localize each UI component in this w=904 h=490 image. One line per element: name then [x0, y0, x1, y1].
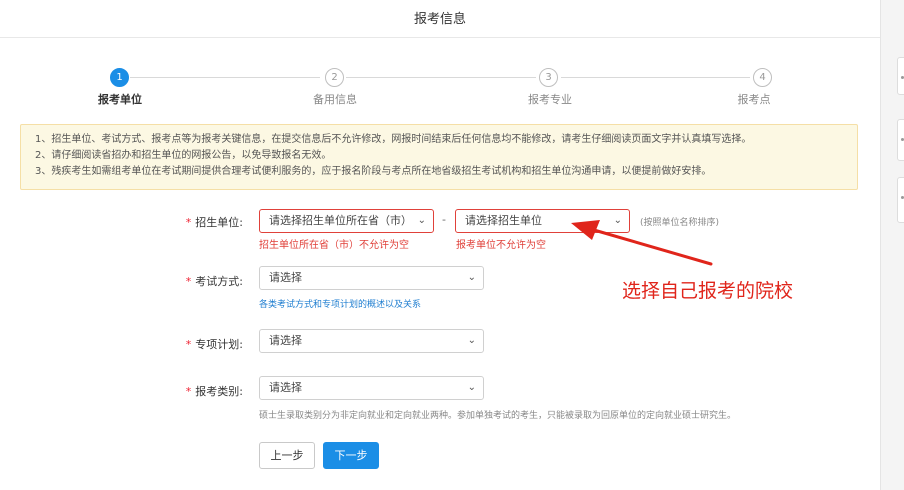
annotation-arrow [571, 220, 713, 266]
annotation-text: 选择自己报考的院校 [622, 280, 794, 302]
